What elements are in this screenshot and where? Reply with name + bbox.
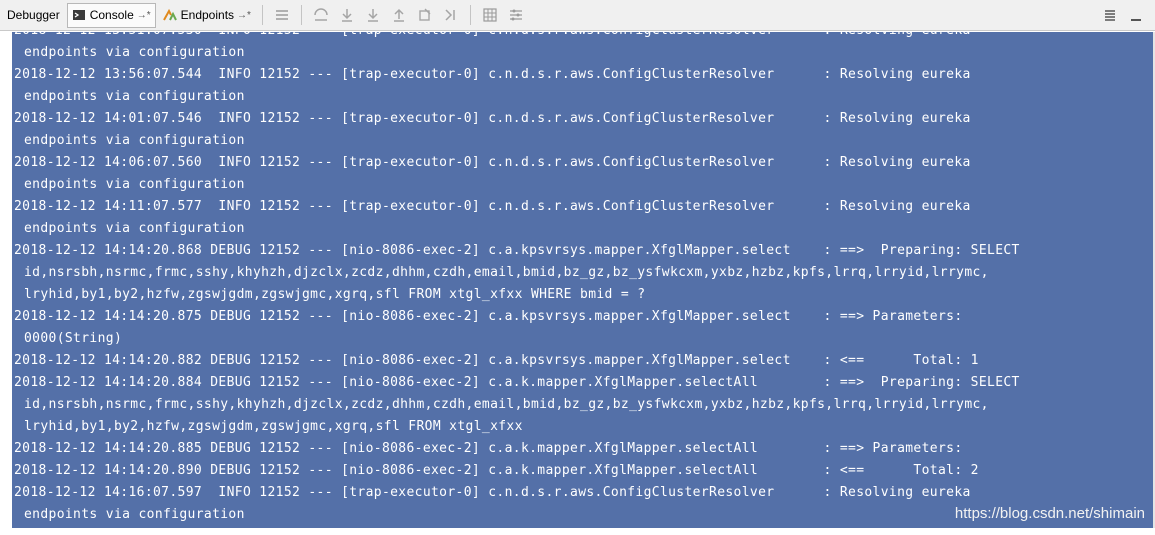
watermark: https://blog.csdn.net/shimain [954, 505, 1145, 522]
toolbar-separator [261, 5, 263, 25]
settings-icon[interactable] [505, 4, 527, 26]
console-line: 2018-12-12 14:14:20.885 DEBUG 12152 --- … [14, 441, 963, 456]
console-output[interactable]: 2018-12-12 13:51:07.530 INFO 12152 --- [… [12, 32, 1155, 528]
console-line: 2018-12-12 13:51:07.530 INFO 12152 --- [… [14, 32, 971, 42]
drop-frame-icon[interactable] [414, 4, 436, 26]
console-line: 2018-12-12 14:06:07.560 INFO 12152 --- [… [14, 155, 971, 170]
console-line: 2018-12-12 14:14:20.890 DEBUG 12152 --- … [14, 463, 979, 478]
console-line: 2018-12-12 14:01:07.546 INFO 12152 --- [… [14, 111, 971, 126]
console-line: 2018-12-12 14:14:20.884 DEBUG 12152 --- … [14, 375, 1020, 390]
step-into-icon[interactable] [336, 4, 358, 26]
run-to-cursor-icon[interactable] [440, 4, 462, 26]
tab-label: Debugger [7, 8, 60, 22]
console-line: 2018-12-12 14:16:07.597 INFO 12152 --- [… [14, 485, 971, 500]
table-icon[interactable] [479, 4, 501, 26]
step-out-icon[interactable] [388, 4, 410, 26]
minimize-icon[interactable] [1125, 5, 1147, 27]
step-over-icon[interactable] [310, 4, 332, 26]
endpoints-icon [162, 8, 177, 22]
menu-icon[interactable] [271, 4, 293, 26]
tab-endpoints[interactable]: Endpoints →* [158, 3, 256, 28]
tab-console[interactable]: Console →* [66, 2, 156, 28]
console-line: 2018-12-12 14:14:20.875 DEBUG 12152 --- … [14, 309, 963, 324]
console-bottom-edge [0, 528, 1155, 535]
console-line: 2018-12-12 14:11:07.577 INFO 12152 --- [… [14, 199, 971, 214]
console-line: id,nsrsbh,nsrmc,frmc,sshy,khyhzh,djzclx,… [24, 265, 989, 280]
toolbar-right [1097, 5, 1149, 27]
console-line: endpoints via configuration [24, 177, 245, 192]
console-line: lryhid,by1,by2,hzfw,zgswjgdm,zgswjgmc,xg… [24, 287, 646, 302]
console-line: 2018-12-12 14:14:20.882 DEBUG 12152 --- … [14, 353, 979, 368]
pin-icon[interactable]: →* [237, 10, 251, 21]
console-toolbar: Debugger Console →* Endpoints →* [0, 0, 1155, 31]
toolbar-separator [469, 5, 471, 25]
console-icon [72, 8, 86, 22]
tab-debugger[interactable]: Debugger [2, 3, 65, 28]
console-line: 2018-12-12 14:14:20.868 DEBUG 12152 --- … [14, 243, 1020, 258]
console-line: 0000(String) [24, 331, 123, 346]
tab-label: Console [89, 8, 134, 22]
force-step-into-icon[interactable] [362, 4, 384, 26]
console-line: 2018-12-12 13:56:07.544 INFO 12152 --- [… [14, 67, 971, 82]
console-line: endpoints via configuration [24, 133, 245, 148]
console-line: endpoints via configuration [24, 89, 245, 104]
pin-icon[interactable]: →* [137, 10, 151, 21]
console-line: endpoints via configuration [24, 507, 245, 522]
tab-label: Endpoints [180, 8, 235, 22]
layout-icon[interactable] [1099, 5, 1121, 27]
console-line: lryhid,by1,by2,hzfw,zgswjgdm,zgswjgmc,xg… [24, 419, 523, 434]
console-line: endpoints via configuration [24, 221, 245, 236]
console-line: endpoints via configuration [24, 45, 245, 60]
console-line: id,nsrsbh,nsrmc,frmc,sshy,khyhzh,djzclx,… [24, 397, 989, 412]
toolbar-separator [300, 5, 302, 25]
